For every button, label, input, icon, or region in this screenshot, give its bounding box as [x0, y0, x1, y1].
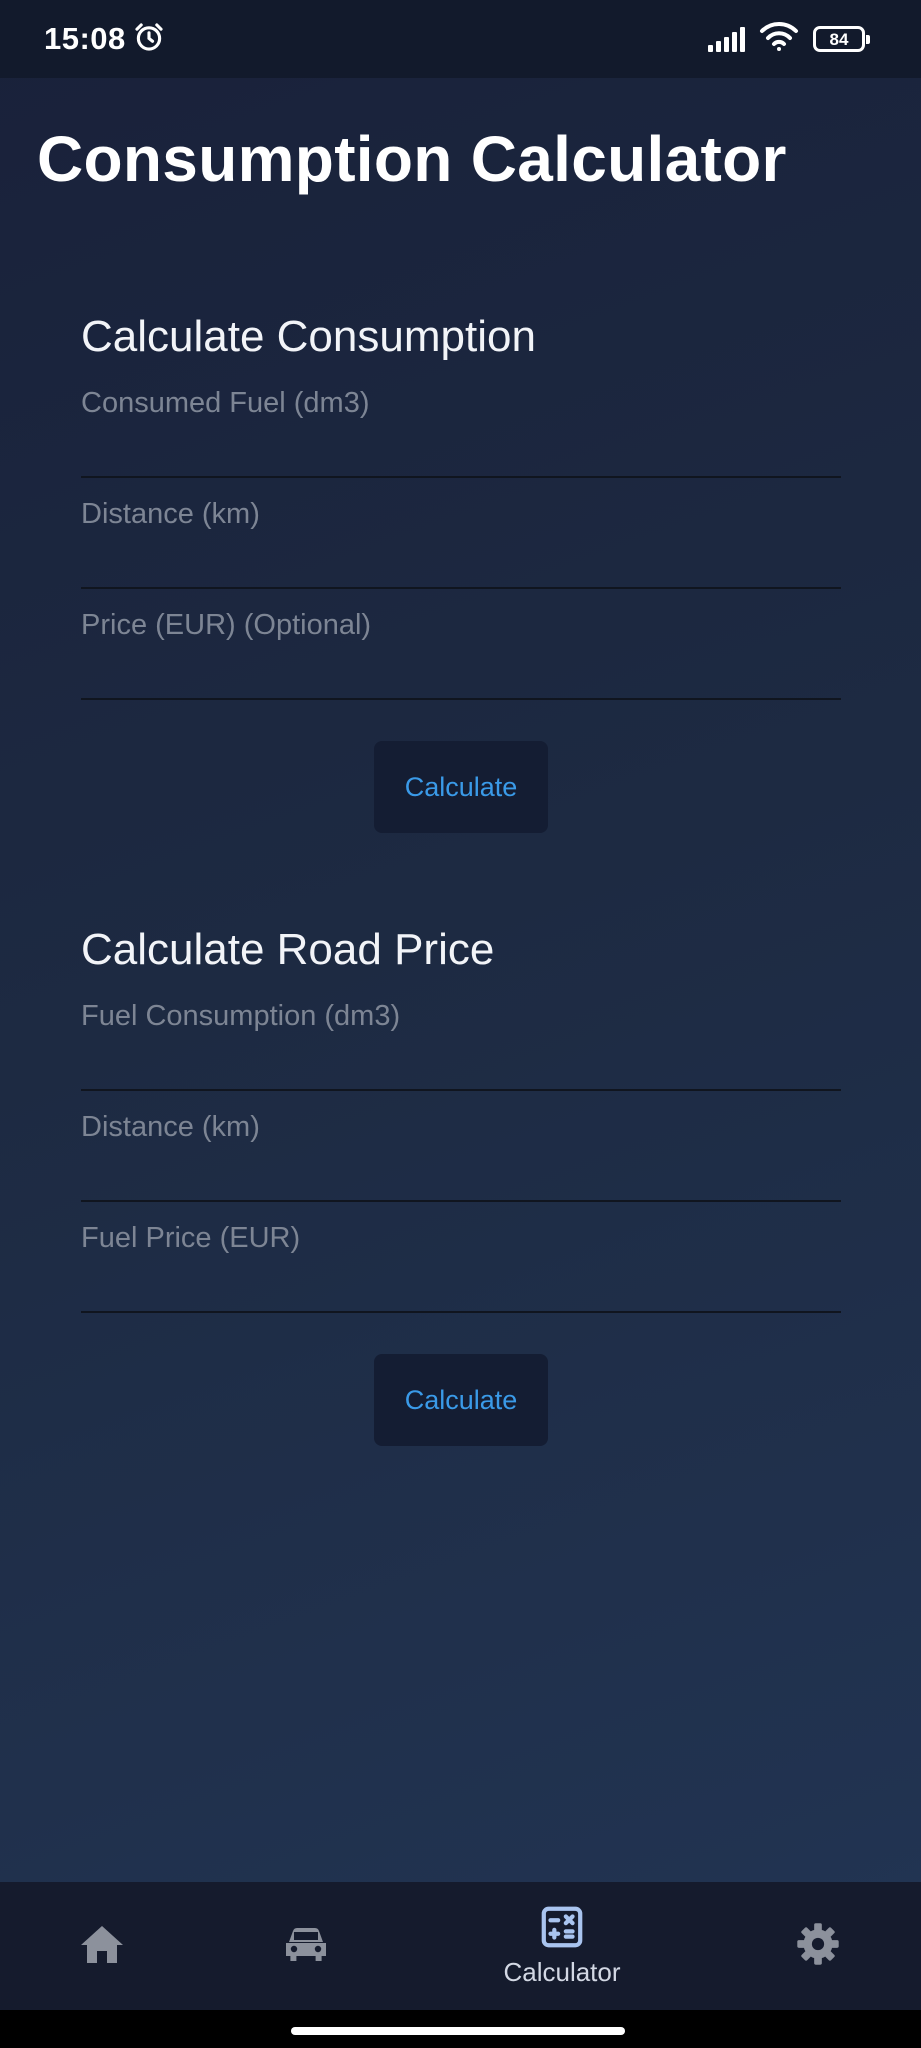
nav-item-home[interactable] [62, 1882, 142, 2010]
calculate-consumption-button[interactable]: Calculate [374, 741, 548, 833]
signal-icon [708, 26, 745, 52]
calculate-road-price-button[interactable]: Calculate [374, 1354, 548, 1446]
status-left: 15:08 [44, 20, 166, 59]
status-right: 84 [708, 21, 870, 58]
app-screen: 15:08 84 Consumption Calculator Calculat… [0, 0, 921, 2048]
fuel-price-input[interactable] [81, 1202, 841, 1311]
road-distance-input[interactable] [81, 1091, 841, 1200]
road-distance-field[interactable]: Distance (km) [81, 1091, 841, 1202]
consumption-section-title: Calculate Consumption [81, 312, 536, 361]
home-indicator[interactable] [291, 2027, 625, 2035]
price-input[interactable] [81, 589, 841, 698]
battery-icon: 84 [813, 26, 870, 52]
consumption-section: Calculate Consumption Consumed Fuel (dm3… [81, 307, 841, 833]
road-price-section-title: Calculate Road Price [81, 925, 495, 974]
battery-level: 84 [829, 29, 849, 49]
nav-item-calculator[interactable]: Calculator [482, 1882, 642, 2010]
gesture-bar-area [0, 2010, 921, 2048]
fuel-consumption-input[interactable] [81, 980, 841, 1089]
fuel-price-field[interactable]: Fuel Price (EUR) [81, 1202, 841, 1313]
consumed-fuel-input[interactable] [81, 367, 841, 476]
nav-item-settings[interactable] [778, 1882, 858, 2010]
car-icon [282, 1922, 330, 1971]
status-time: 15:08 [44, 21, 126, 56]
nav-label-calculator: Calculator [503, 1957, 621, 1987]
fuel-consumption-field[interactable]: Fuel Consumption (dm3) [81, 980, 841, 1091]
gear-icon [795, 1921, 841, 1972]
home-icon [78, 1922, 126, 1971]
alarm-icon [132, 20, 166, 59]
status-bar: 15:08 84 [0, 0, 921, 78]
consumed-fuel-field[interactable]: Consumed Fuel (dm3) [81, 367, 841, 478]
bottom-nav: Calculator [0, 1882, 921, 2010]
calculator-icon [539, 1904, 585, 1955]
page-title: Consumption Calculator [37, 123, 787, 195]
nav-item-cars[interactable] [266, 1882, 346, 2010]
distance-input[interactable] [81, 478, 841, 587]
wifi-icon [759, 21, 799, 58]
price-field[interactable]: Price (EUR) (Optional) [81, 589, 841, 700]
distance-field[interactable]: Distance (km) [81, 478, 841, 589]
road-price-section: Calculate Road Price Fuel Consumption (d… [81, 920, 841, 1446]
